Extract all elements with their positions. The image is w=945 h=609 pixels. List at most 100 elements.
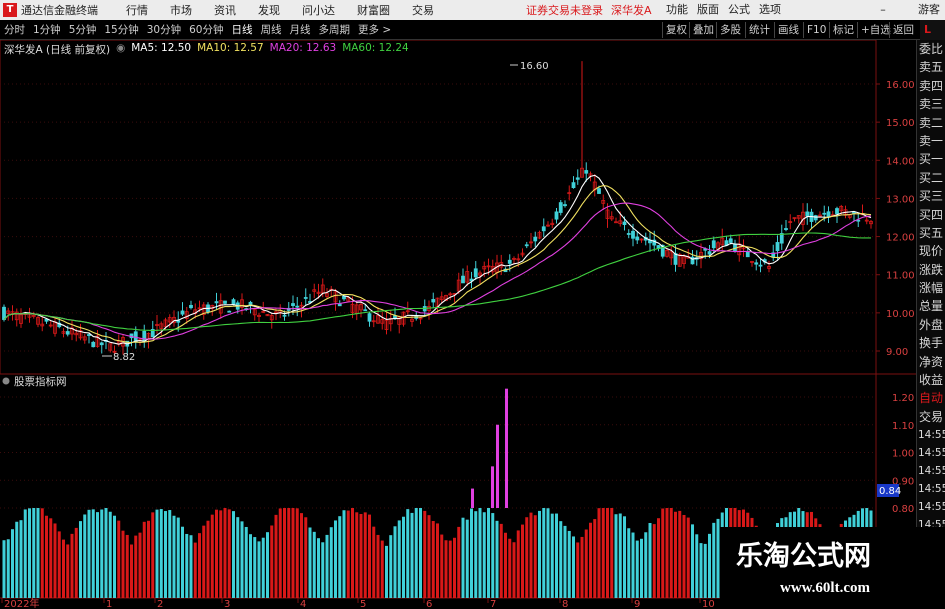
price-tick-label: 12.00 — [886, 233, 915, 244]
side-item-13: 涨幅 — [919, 281, 944, 296]
indicator-bar — [482, 512, 486, 598]
side-trade[interactable]: 交易 — [917, 408, 945, 426]
indicator-bar — [108, 511, 112, 598]
period-monthly[interactable]: 月线 — [290, 22, 311, 37]
menu-market[interactable]: 市场 — [170, 2, 192, 18]
indicator-gridlines — [0, 396, 876, 509]
candle-body — [622, 221, 627, 225]
indicator-bar — [219, 510, 223, 598]
date-tick-label: 1 — [106, 599, 112, 609]
menu-discover[interactable]: 发现 — [258, 2, 280, 18]
indicator-bar — [32, 508, 36, 598]
date-tick-label: 10 — [702, 599, 715, 609]
indicator-tick-label: 1.20 — [892, 393, 914, 404]
candle-body — [626, 233, 631, 235]
period-weekly[interactable]: 周线 — [261, 22, 282, 37]
app-logo-icon: T — [3, 3, 17, 17]
kline-chart[interactable]: 16.0015.0014.0013.0012.0011.0010.009.00 … — [0, 40, 916, 609]
period-multi[interactable]: 多周期 — [319, 22, 351, 37]
candle-body — [813, 215, 818, 221]
trade-login-status[interactable]: 证券交易未登录 — [526, 2, 603, 18]
price-panel-border — [0, 40, 877, 375]
menu-functions[interactable]: 功能 — [666, 0, 688, 20]
menu-market-quotes[interactable]: 行情 — [126, 2, 148, 18]
restore-rights-button[interactable]: 复权 — [662, 22, 690, 38]
menu-news[interactable]: 资讯 — [214, 2, 236, 18]
mark-button[interactable]: 标记 — [829, 22, 857, 38]
indicator-bar — [308, 527, 312, 598]
period-30min[interactable]: 30分钟 — [147, 22, 181, 37]
indicator-bar — [703, 543, 707, 598]
indicator-bar — [614, 514, 618, 598]
indicator-bar — [572, 536, 575, 598]
period-60min[interactable]: 60分钟 — [189, 22, 223, 37]
indicator-bar — [593, 519, 597, 598]
indicator-bar — [317, 538, 320, 598]
menu-formula[interactable]: 公式 — [728, 0, 750, 20]
overlay-button[interactable]: 叠加 — [689, 22, 717, 38]
side-item-7: 买二 — [919, 170, 944, 185]
tick-time-0: 14:55 — [918, 429, 945, 442]
period-1min[interactable]: 1分钟 — [33, 22, 61, 37]
indicator-bar — [423, 510, 427, 598]
menu-ask-xiaoda[interactable]: 问小达 — [302, 2, 335, 18]
indicator-bar — [461, 517, 465, 598]
indicator-bar — [334, 520, 337, 598]
price-axis: 16.00 15.00 14.00 13.00 12.00 11.00 10.00 9.00 — [876, 80, 915, 358]
menu-layout[interactable]: 版面 — [697, 0, 719, 20]
back-button[interactable]: 返回 — [889, 22, 917, 38]
indicator-bar — [631, 532, 635, 598]
indicator-bar — [113, 515, 116, 598]
indicator-bar — [363, 512, 367, 598]
settings-dot-icon[interactable]: ◉ — [116, 42, 125, 57]
indicator-bar — [665, 508, 669, 598]
candle-body — [176, 320, 181, 323]
menu-bar: T 通达信金融终端 行情 市场 资讯 发现 问小达 财富圈 交易 证券交易未登录… — [0, 0, 945, 20]
side-item-6: 买一 — [919, 152, 944, 167]
indicator-bar — [215, 509, 218, 598]
indicator-menu-icon[interactable] — [2, 377, 10, 385]
period-intraday[interactable]: 分时 — [4, 22, 25, 37]
side-auto[interactable]: 自动 — [917, 389, 945, 407]
period-more[interactable]: 更多 > — [358, 22, 391, 37]
draw-line-button[interactable]: 画线 — [774, 22, 802, 38]
multi-stock-button[interactable]: 多股 — [716, 22, 744, 38]
period-daily[interactable]: 日线 — [232, 22, 253, 37]
guest-login-button[interactable]: 游客 — [918, 0, 940, 20]
indicator-bar — [406, 509, 410, 598]
f10-button[interactable]: F10 — [803, 22, 829, 38]
indicator-bar — [346, 510, 350, 598]
side-item-5: 卖一 — [919, 133, 944, 148]
indicator-bar — [678, 510, 682, 598]
candle-body — [541, 226, 546, 232]
menu-wealth-circle[interactable]: 财富圈 — [357, 2, 390, 18]
indicator-bar — [321, 542, 325, 598]
indicator-bar — [610, 508, 614, 598]
candle-body — [231, 299, 236, 305]
indicator-bar — [427, 515, 431, 598]
indicator-bar — [453, 537, 456, 598]
side-item-11: 现价 — [919, 244, 944, 259]
candle-body — [597, 188, 601, 194]
side-item-10: 买五 — [919, 225, 944, 240]
signal-bar — [505, 388, 508, 508]
indicator-bar — [117, 520, 121, 598]
indicator-bar — [193, 542, 197, 598]
price-tick-label: 10.00 — [886, 309, 915, 320]
candle-body — [631, 230, 635, 239]
side-item-15: 外盘 — [919, 317, 944, 332]
menu-trade[interactable]: 交易 — [412, 2, 434, 18]
period-5min[interactable]: 5分钟 — [69, 22, 97, 37]
ma60-label: MA60: 12.24 — [342, 42, 409, 54]
minimize-button[interactable]: – — [876, 0, 890, 20]
indicator-bar — [380, 540, 384, 598]
indicator-bar — [674, 511, 677, 598]
statistics-button[interactable]: 统计 — [745, 22, 773, 38]
indicator-bar — [40, 508, 44, 598]
period-15min[interactable]: 15分钟 — [104, 22, 138, 37]
menu-options[interactable]: 选项 — [759, 0, 781, 20]
indicator-bar — [104, 508, 108, 598]
indicator-tick-label: 1.10 — [892, 421, 914, 432]
indicator-bar — [533, 515, 537, 598]
indicator-bar — [648, 522, 652, 598]
